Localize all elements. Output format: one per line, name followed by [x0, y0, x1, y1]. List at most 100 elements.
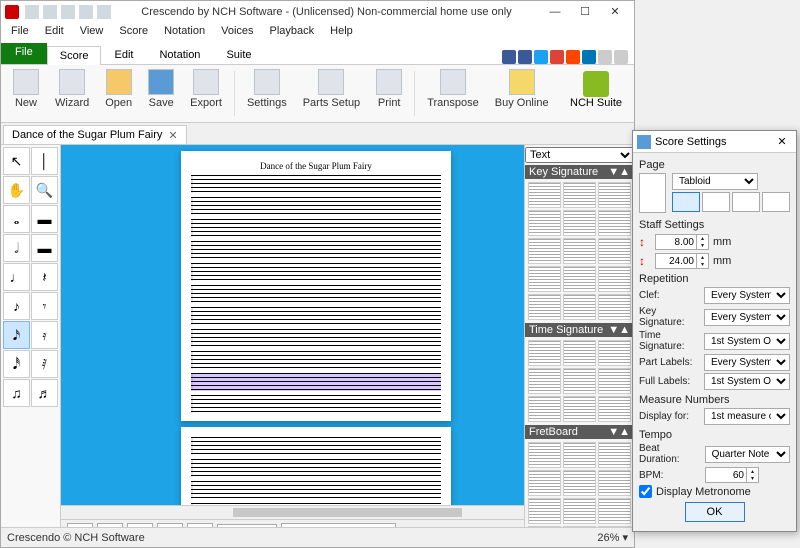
- score-page-1[interactable]: Dance of the Sugar Plum Fairy: [181, 151, 451, 421]
- fret-item[interactable]: [598, 442, 631, 468]
- keysig-select[interactable]: Every System: [704, 309, 790, 326]
- tool-beam-sixteenth[interactable]: ♬: [31, 379, 58, 407]
- menu-voices[interactable]: Voices: [213, 23, 261, 43]
- staff-line[interactable]: [191, 437, 441, 455]
- orientation-portrait[interactable]: [672, 192, 700, 212]
- close-tab-icon[interactable]: ✕: [168, 129, 177, 142]
- tool-beam-eighth[interactable]: ♫: [3, 379, 30, 407]
- staff-line[interactable]: [191, 219, 441, 237]
- timesig-item[interactable]: [598, 340, 631, 366]
- linkedin-icon[interactable]: [582, 50, 596, 64]
- zoom-level[interactable]: 26% ▾: [597, 531, 628, 544]
- staff-line[interactable]: [191, 373, 441, 391]
- keysig-item[interactable]: [598, 182, 631, 208]
- tool-whole-note[interactable]: 𝅝: [3, 205, 30, 233]
- staff-line[interactable]: [191, 285, 441, 303]
- fret-item[interactable]: [563, 442, 596, 468]
- timesig-item[interactable]: [598, 396, 631, 422]
- metronome-checkbox[interactable]: [639, 485, 652, 498]
- open-button[interactable]: Open: [97, 67, 140, 120]
- fret-item[interactable]: [598, 470, 631, 496]
- tool-sixteenth-note[interactable]: 𝅘𝅥𝅯: [3, 321, 30, 349]
- panel-header-fretboard[interactable]: FretBoard▼▲: [525, 425, 634, 439]
- timesig-item[interactable]: [528, 340, 561, 366]
- tool-barline[interactable]: │: [31, 147, 58, 175]
- orientation-opt4[interactable]: [762, 192, 790, 212]
- settings-button[interactable]: Settings: [239, 67, 295, 120]
- keysig-item[interactable]: [528, 294, 561, 320]
- keysig-item[interactable]: [528, 238, 561, 264]
- print-button[interactable]: Print: [368, 67, 410, 120]
- staff-line[interactable]: [191, 329, 441, 347]
- staff-line[interactable]: [191, 459, 441, 477]
- timesig-item[interactable]: [563, 396, 596, 422]
- timesig-item[interactable]: [598, 368, 631, 394]
- wizard-button[interactable]: Wizard: [47, 67, 97, 120]
- parts-setup-button[interactable]: Parts Setup: [295, 67, 368, 120]
- menu-help[interactable]: Help: [322, 23, 361, 43]
- staff-spacing-1-input[interactable]: [656, 235, 696, 249]
- tool-select[interactable]: ↖: [3, 147, 30, 175]
- staff-line[interactable]: [191, 351, 441, 369]
- timesig-item[interactable]: [563, 340, 596, 366]
- beat-select[interactable]: Quarter Note: [705, 446, 790, 463]
- google-icon[interactable]: [550, 50, 564, 64]
- text-dropdown[interactable]: Text: [525, 147, 634, 163]
- staff-spacing-1[interactable]: ▴▾: [655, 234, 709, 250]
- collapse-icon[interactable]: ▼▲: [608, 324, 630, 336]
- keysig-item[interactable]: [563, 266, 596, 292]
- keysig-item[interactable]: [563, 182, 596, 208]
- dialog-close-button[interactable]: ✕: [772, 135, 792, 148]
- fret-item[interactable]: [563, 470, 596, 496]
- fret-item[interactable]: [528, 498, 561, 524]
- tab-edit[interactable]: Edit: [101, 45, 146, 64]
- qat-save-icon[interactable]: [61, 5, 75, 19]
- reddit-icon[interactable]: [566, 50, 580, 64]
- keysig-item[interactable]: [528, 182, 561, 208]
- fret-item[interactable]: [528, 470, 561, 496]
- close-button[interactable]: ✕: [600, 2, 630, 22]
- menu-notation[interactable]: Notation: [156, 23, 213, 43]
- tool-32nd-note[interactable]: 𝅘𝅥𝅰: [3, 350, 30, 378]
- tool-quarter-note[interactable]: ♩: [3, 263, 30, 291]
- fret-item[interactable]: [528, 442, 561, 468]
- qat-undo-icon[interactable]: [79, 5, 93, 19]
- keysig-item[interactable]: [598, 210, 631, 236]
- menu-view[interactable]: View: [72, 23, 112, 43]
- like-icon[interactable]: [502, 50, 516, 64]
- keysig-item[interactable]: [528, 210, 561, 236]
- tool-zoom[interactable]: 🔍: [31, 176, 58, 204]
- tool-whole-rest[interactable]: ▬: [31, 205, 58, 233]
- tab-notation[interactable]: Notation: [146, 45, 213, 64]
- orientation-opt3[interactable]: [732, 192, 760, 212]
- fulllabels-select[interactable]: 1st System Only: [704, 373, 790, 390]
- staff-line[interactable]: [191, 241, 441, 259]
- scrollbar-thumb[interactable]: [233, 508, 462, 517]
- tool-half-rest[interactable]: ▬: [31, 234, 58, 262]
- keysig-item[interactable]: [598, 238, 631, 264]
- qat-redo-icon[interactable]: [97, 5, 111, 19]
- staff-line[interactable]: [191, 175, 441, 193]
- bpm-spin[interactable]: ▴▾: [705, 467, 759, 483]
- staff-spacing-2-input[interactable]: [656, 254, 696, 268]
- help-dropdown-icon[interactable]: [614, 50, 628, 64]
- settings-icon[interactable]: [598, 50, 612, 64]
- keysig-item[interactable]: [598, 294, 631, 320]
- panel-header-timesig[interactable]: Time Signature▼▲: [525, 323, 634, 337]
- menu-file[interactable]: File: [3, 23, 37, 43]
- orientation-landscape[interactable]: [702, 192, 730, 212]
- bpm-input[interactable]: [706, 468, 746, 482]
- keysig-item[interactable]: [563, 210, 596, 236]
- collapse-icon[interactable]: ▼▲: [608, 426, 630, 438]
- maximize-button[interactable]: ☐: [570, 2, 600, 22]
- staff-line[interactable]: [191, 395, 441, 413]
- displayfor-select[interactable]: 1st measure of line: [704, 408, 790, 425]
- document-tab[interactable]: Dance of the Sugar Plum Fairy ✕: [3, 125, 187, 144]
- timesig-item[interactable]: [528, 368, 561, 394]
- tool-eighth-note[interactable]: ♪: [3, 292, 30, 320]
- fret-item[interactable]: [563, 498, 596, 524]
- qat-new-icon[interactable]: [25, 5, 39, 19]
- keysig-item[interactable]: [598, 266, 631, 292]
- qat-open-icon[interactable]: [43, 5, 57, 19]
- tab-suite[interactable]: Suite: [213, 45, 264, 64]
